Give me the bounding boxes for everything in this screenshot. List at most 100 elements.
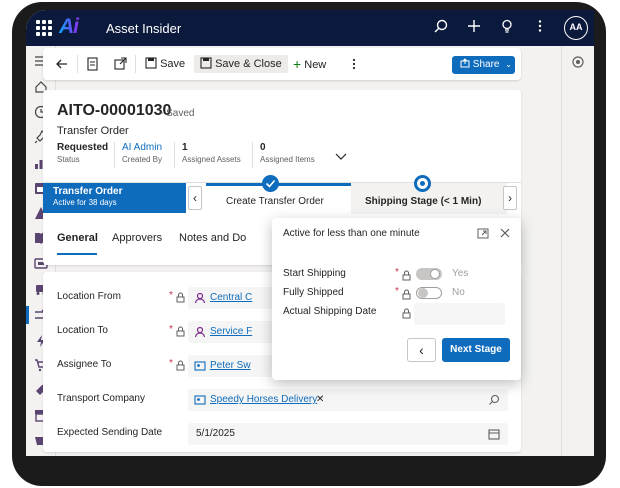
- save-icon: [145, 57, 157, 69]
- field-expected-sending-date: Expected Sending Date 5/1/2025: [43, 423, 521, 445]
- lightbulb-icon[interactable]: [498, 19, 516, 37]
- stage-flyout: Active for less than one minute Start Sh…: [272, 218, 521, 380]
- bpf-next-chevron-icon[interactable]: ›: [503, 186, 517, 210]
- header-field-status: Requested Status: [57, 142, 108, 164]
- share-icon: [460, 58, 470, 68]
- add-icon[interactable]: [465, 19, 483, 37]
- previous-stage-button[interactable]: ‹: [407, 338, 436, 362]
- bpf-process-title: Transfer Order: [53, 186, 123, 197]
- lock-icon: [402, 268, 411, 281]
- required-indicator: *: [395, 267, 399, 278]
- flyout-field-start-shipping: Start Shipping * Yes: [272, 265, 521, 283]
- expected-sending-date-field[interactable]: 5/1/2025: [188, 423, 508, 445]
- toolbar-divider: [135, 55, 136, 73]
- stage-active-dot-icon[interactable]: [414, 175, 431, 192]
- plus-icon: +: [293, 56, 302, 72]
- header-divider: [114, 142, 115, 168]
- assigned-items-value: 0: [260, 142, 266, 153]
- toolbar-divider: [77, 55, 78, 73]
- actual-shipping-date-input[interactable]: [414, 303, 505, 325]
- user-avatar[interactable]: AA: [564, 16, 588, 40]
- location-from-link[interactable]: Central C: [210, 292, 252, 303]
- contact-card-icon: [194, 393, 206, 405]
- bpf-active-process[interactable]: Transfer Order Active for 38 days: [43, 183, 186, 213]
- assigned-assets-label: Assigned Assets: [182, 155, 241, 164]
- app-logo: Ai: [59, 15, 92, 41]
- form-view-icon[interactable]: [85, 55, 99, 73]
- app-title[interactable]: Asset Insider: [106, 21, 181, 36]
- header-field-assigned-items: 0 Assigned Items: [260, 142, 315, 164]
- open-new-window-icon[interactable]: [113, 55, 127, 73]
- created-by-label: Created By: [122, 155, 163, 164]
- field-transport-company: Transport Company Speedy Horses Delivery…: [43, 389, 521, 411]
- status-value: Requested: [57, 142, 109, 153]
- required-indicator: *: [169, 290, 173, 301]
- expected-sending-date-value: 5/1/2025: [196, 428, 235, 439]
- created-by-link[interactable]: AI Admin: [122, 142, 162, 153]
- location-to-link[interactable]: Service F: [210, 326, 252, 337]
- more-commands-icon[interactable]: [351, 55, 357, 73]
- more-options-icon[interactable]: [531, 19, 549, 37]
- location-pin-icon: [194, 291, 206, 304]
- stage-shipping[interactable]: Shipping Stage (< 1 Min): [365, 196, 481, 207]
- header-field-assigned-assets: 1 Assigned Assets: [182, 142, 241, 164]
- flyout-field-fully-shipped: Fully Shipped * No: [272, 284, 521, 302]
- required-indicator: *: [395, 286, 399, 297]
- share-button[interactable]: Share ⌄: [452, 56, 515, 74]
- save-close-button[interactable]: Save & Close: [194, 55, 288, 73]
- fully-shipped-value: No: [452, 287, 465, 298]
- save-close-icon: [200, 57, 212, 69]
- next-stage-button[interactable]: Next Stage: [442, 338, 510, 362]
- stage-shipping-label: Shipping Stage: [365, 196, 438, 207]
- dock-flyout-icon[interactable]: [477, 226, 489, 244]
- stage-shipping-time: (< 1 Min): [440, 196, 482, 207]
- business-process-flow: Transfer Order Active for 38 days ‹ Crea…: [43, 175, 521, 214]
- assigned-assets-value: 1: [182, 142, 188, 153]
- contact-card-icon: [194, 359, 206, 371]
- new-label: New: [304, 59, 327, 71]
- transport-company-field[interactable]: Speedy Horses Delivery ✕: [188, 389, 508, 411]
- required-indicator: *: [169, 324, 173, 335]
- record-title: AITO-00001030: [57, 102, 172, 119]
- status-label: Status: [57, 155, 80, 164]
- bpf-active-duration: Active for 38 days: [53, 198, 117, 207]
- app-launcher-icon[interactable]: [34, 18, 52, 36]
- lock-icon: [176, 358, 186, 371]
- location-pin-icon: [194, 325, 206, 338]
- save-button[interactable]: Save: [145, 55, 185, 73]
- copilot-icon[interactable]: [572, 55, 584, 68]
- lock-icon: [176, 290, 186, 303]
- tab-notes[interactable]: Notes and Do: [179, 232, 246, 244]
- top-bar: Ai Asset Insider AA: [26, 10, 594, 46]
- tab-approvers[interactable]: Approvers: [112, 232, 162, 244]
- stage-complete-check-icon[interactable]: [262, 175, 279, 192]
- lock-icon: [402, 306, 411, 319]
- transport-company-link[interactable]: Speedy Horses Delivery: [210, 394, 317, 405]
- required-indicator: *: [169, 358, 173, 369]
- tab-general[interactable]: General: [57, 232, 98, 244]
- fully-shipped-label: Fully Shipped: [283, 287, 344, 298]
- right-rail: [561, 46, 594, 456]
- location-to-label: Location To: [57, 325, 108, 336]
- stage-create-transfer-order[interactable]: Create Transfer Order: [226, 196, 324, 207]
- actual-shipping-date-label: Actual Shipping Date: [283, 306, 377, 317]
- start-shipping-value: Yes: [452, 268, 469, 279]
- search-icon[interactable]: [432, 19, 450, 37]
- fully-shipped-toggle[interactable]: [416, 287, 442, 299]
- share-label: Share: [472, 59, 500, 70]
- close-icon[interactable]: [499, 226, 511, 244]
- bpf-prev-chevron-icon[interactable]: ‹: [188, 186, 202, 210]
- chevron-down-icon: ⌄: [505, 60, 512, 69]
- transport-company-label: Transport Company: [57, 393, 145, 404]
- assignee-to-link[interactable]: Peter Sw: [210, 360, 251, 371]
- start-shipping-toggle[interactable]: [416, 268, 442, 280]
- back-arrow-icon[interactable]: [55, 55, 69, 73]
- search-icon[interactable]: [488, 393, 500, 405]
- remove-tag-icon[interactable]: ✕: [316, 394, 324, 405]
- save-label: Save: [160, 58, 186, 70]
- header-divider: [252, 142, 253, 168]
- flyout-title: Active for less than one minute: [283, 228, 420, 239]
- calendar-icon[interactable]: [488, 427, 500, 440]
- expand-header-chevron-icon[interactable]: [335, 148, 347, 166]
- new-button[interactable]: + New: [293, 55, 326, 73]
